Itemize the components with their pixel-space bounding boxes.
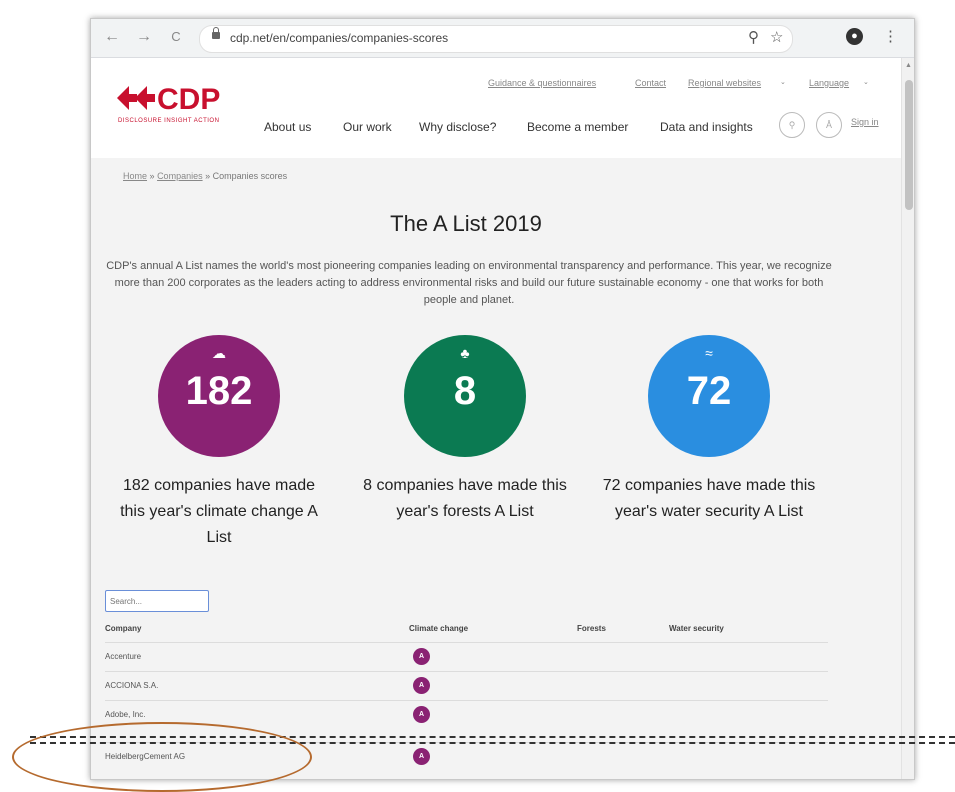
highlight-ellipse [12,722,312,792]
climate-stat-number: 182 [185,369,253,413]
column-header-company[interactable]: Company [105,624,141,633]
column-header-forests[interactable]: Forests [577,624,606,633]
sign-in-link[interactable]: Sign in [851,117,879,127]
climate-score-badge: A [413,677,430,694]
logo-text: CDP [157,83,221,116]
browser-window: ← → C cdp.net/en/companies/companies-sco… [90,18,915,780]
menu-icon[interactable]: ⋮ [883,28,898,46]
scroll-thumb[interactable] [905,80,913,210]
climate-score-badge: A [413,648,430,665]
breadcrumb-companies[interactable]: Companies [157,171,203,181]
water-stat-circle: ≈ 72 [648,335,770,457]
nav-why-disclose[interactable]: Why disclose? [419,120,496,134]
climate-score-badge: A [413,748,430,765]
breadcrumb: Home » Companies » Companies scores [123,171,287,181]
logo-tagline: DISCLOSURE INSIGHT ACTION [118,118,220,124]
climate-stat-caption: 182 companies have made this year's clim… [120,477,318,546]
address-bar[interactable]: cdp.net/en/companies/companies-scores ⚲ … [199,25,793,53]
site-header: CDP DISCLOSURE INSIGHT ACTION Guidance &… [91,58,901,158]
forests-stat-caption: 8 companies have made this year's forest… [363,477,567,520]
climate-score-badge: A [413,706,430,723]
util-nav-guidance[interactable]: Guidance & questionnaires [488,78,596,88]
climate-stat-circle: ☁ 182 [158,335,280,457]
tree-icon: ♣ [460,345,470,361]
company-name[interactable]: ACCIONA S.A. [105,681,158,690]
nav-become-member[interactable]: Become a member [527,120,628,134]
search-icon[interactable]: ⚲ [779,112,805,138]
chevron-down-icon: ⌄ [863,79,869,86]
back-icon[interactable]: ← [103,28,121,46]
nav-our-work[interactable]: Our work [343,120,392,134]
page-title: The A List 2019 [390,211,542,236]
util-nav-regional[interactable]: Regional websites [688,78,761,88]
breadcrumb-home[interactable]: Home [123,171,147,181]
cdp-logo[interactable]: CDP DISCLOSURE INSIGHT ACTION [115,82,235,132]
nav-data-insights[interactable]: Data and insights [660,120,753,134]
water-stat-number: 72 [686,369,732,413]
company-name[interactable]: Accenture [105,652,141,661]
intro-text: CDP's annual A List names the world's mo… [106,260,832,306]
forward-icon[interactable]: → [135,28,153,46]
nav-about-us[interactable]: About us [264,120,311,134]
forests-stat-number: 8 [453,369,477,413]
browser-toolbar: ← → C cdp.net/en/companies/companies-sco… [91,19,914,58]
table-row[interactable]: ACCIONA S.A. A [105,671,828,700]
company-name[interactable]: Adobe, Inc. [105,710,145,719]
search-field[interactable] [105,590,210,612]
column-header-climate[interactable]: Climate change [409,624,468,633]
page-content: CDP DISCLOSURE INSIGHT ACTION Guidance &… [91,58,901,779]
profile-icon[interactable]: ● [846,28,863,45]
table-row[interactable]: Accenture A [105,642,828,671]
column-header-water[interactable]: Water security [669,624,724,633]
forests-stat-circle: ♣ 8 [404,335,526,457]
account-icon[interactable]: Å [816,112,842,138]
chevron-down-icon: ⌄ [780,79,786,86]
lock-icon [212,27,220,39]
star-icon[interactable]: ☆ [770,29,783,47]
reload-icon[interactable]: C [167,28,185,46]
util-nav-language[interactable]: Language [809,78,849,88]
water-stat-caption: 72 companies have made this year's water… [602,477,816,520]
breadcrumb-current: Companies scores [212,171,288,181]
cdp-arrows-icon [117,86,155,110]
breadcrumb-separator: » [205,171,211,181]
url-text: cdp.net/en/companies/companies-scores [230,31,449,45]
climate-icon: ☁ [212,345,226,361]
page-scrollbar[interactable]: ▲ [901,58,914,779]
search-input[interactable] [106,592,210,611]
breadcrumb-separator: » [149,171,155,181]
zoom-icon[interactable]: ⚲ [748,29,759,47]
util-nav-contact[interactable]: Contact [635,78,666,88]
water-icon: ≈ [705,345,713,361]
scroll-up-icon[interactable]: ▲ [905,62,912,69]
